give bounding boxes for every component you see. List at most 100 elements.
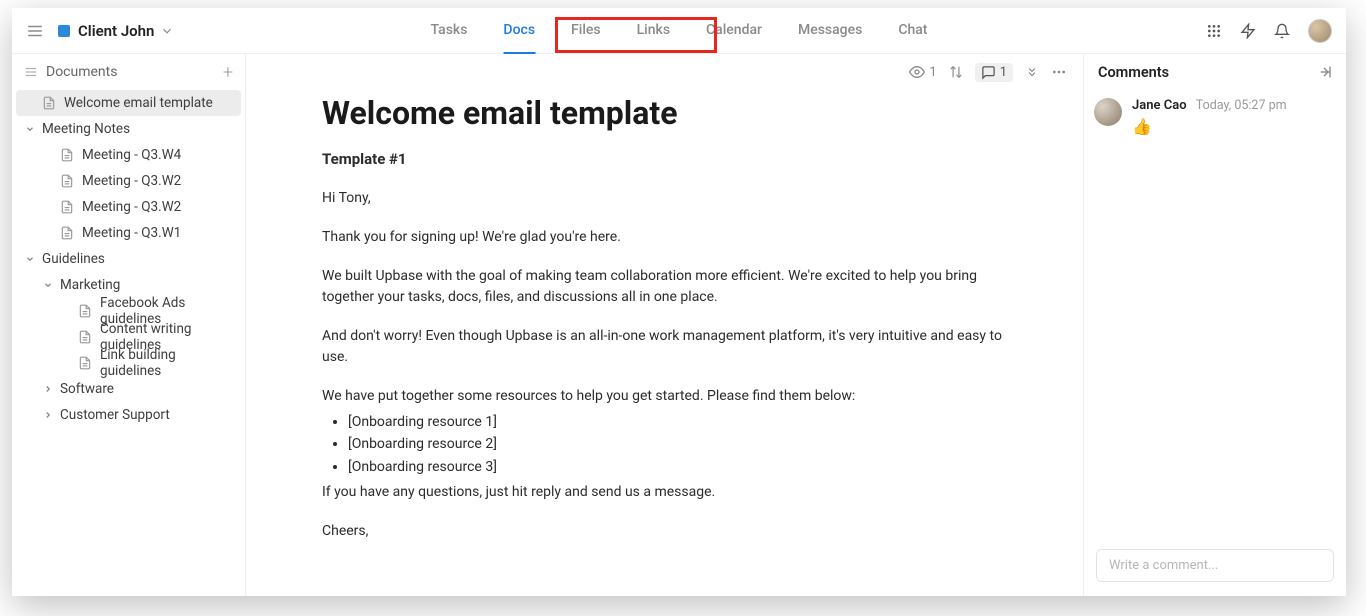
tree-doc[interactable]: Welcome email template — [16, 90, 241, 116]
document-icon — [78, 304, 92, 318]
comment-item[interactable]: Jane Cao Today, 05:27 pm 👍 — [1094, 98, 1336, 136]
tab-links[interactable]: Links — [637, 8, 670, 54]
document-title: Welcome email template — [322, 94, 1007, 132]
dots-icon — [1051, 64, 1067, 80]
chevron-down-icon — [160, 24, 174, 38]
tree-folder[interactable]: Guidelines — [16, 246, 241, 272]
app-window: Client John Tasks Docs Files Links Calen… — [12, 8, 1346, 596]
sort-icon — [949, 65, 963, 79]
bell-icon[interactable] — [1274, 23, 1290, 39]
apps-grid-icon[interactable] — [1206, 23, 1222, 39]
chevrons-down-icon — [1025, 65, 1039, 79]
document-icon — [60, 226, 74, 240]
comment-input[interactable] — [1096, 549, 1334, 582]
main-panel: 1 1 Welcome email template Templat — [246, 54, 1084, 596]
nav-tabs: Tasks Docs Files Links Calendar Messages… — [431, 8, 928, 54]
document-icon — [60, 174, 74, 188]
document-tree: Welcome email template Meeting Notes Meeti… — [12, 90, 245, 428]
list-item: [Onboarding resource 1] — [348, 411, 1007, 433]
comment-time: Today, 05:27 pm — [1196, 98, 1287, 113]
body: Documents + Welcome email template Meetin… — [12, 54, 1346, 596]
doc-toolbar: 1 1 — [246, 54, 1083, 90]
document-icon — [78, 330, 92, 344]
chevron-down-icon — [24, 124, 36, 134]
comment-reaction: 👍 — [1132, 117, 1287, 136]
tree-item-label: Meeting - Q3.W2 — [82, 199, 181, 215]
tree-doc[interactable]: Meeting - Q3.W1 — [16, 220, 241, 246]
paragraph: We built Upbase with the goal of making … — [322, 266, 1007, 308]
bullet-list: [Onboarding resource 1] [Onboarding reso… — [348, 411, 1007, 478]
paragraph: Thank you for signing up! We're glad you… — [322, 227, 1007, 248]
eye-icon — [909, 64, 925, 80]
tree-item-label: Software — [60, 381, 114, 397]
tree-item-label: Meeting - Q3.W1 — [82, 225, 181, 241]
document-icon — [60, 200, 74, 214]
document-icon — [42, 96, 56, 110]
tab-calendar[interactable]: Calendar — [706, 8, 762, 54]
comments-count[interactable]: 1 — [975, 63, 1013, 82]
chevron-right-icon — [42, 384, 54, 394]
tree-item-label: Marketing — [60, 277, 120, 293]
comments-title: Comments — [1098, 64, 1169, 81]
tree-item-label: Meeting - Q3.W2 — [82, 173, 181, 189]
tree-item-label: Guidelines — [42, 251, 105, 267]
comments-panel: Comments Jane Cao Today, 05:27 pm 👍 — [1084, 54, 1346, 596]
project-name: Client John — [78, 22, 154, 40]
project-color-badge — [58, 25, 70, 37]
more-button[interactable] — [1051, 64, 1067, 80]
bolt-icon[interactable] — [1240, 23, 1256, 39]
tree-item-label: Link building guidelines — [100, 347, 235, 379]
topbar: Client John Tasks Docs Files Links Calen… — [12, 8, 1346, 54]
tab-docs[interactable]: Docs — [503, 8, 535, 54]
views-count[interactable]: 1 — [909, 64, 936, 80]
tree-item-label: Welcome email template — [64, 95, 213, 111]
paragraph: If you have any questions, just hit repl… — [322, 482, 1007, 503]
chevron-right-icon — [42, 410, 54, 420]
document-content[interactable]: Welcome email template Template #1 Hi To… — [246, 90, 1083, 596]
paragraph: Cheers, — [322, 521, 1007, 542]
document-subheading: Template #1 — [322, 150, 1007, 168]
collapse-panel-button[interactable] — [1316, 64, 1332, 80]
comment-input-wrap — [1084, 539, 1346, 596]
chevron-down-icon — [24, 254, 36, 264]
tree-folder[interactable]: Meeting Notes — [16, 116, 241, 142]
comment-list: Jane Cao Today, 05:27 pm 👍 — [1084, 90, 1346, 539]
sidebar: Documents + Welcome email template Meetin… — [12, 54, 246, 596]
user-avatar[interactable] — [1308, 19, 1332, 43]
document-icon — [60, 148, 74, 162]
add-document-button[interactable]: + — [223, 62, 233, 83]
comments-header: Comments — [1084, 54, 1346, 90]
comment-icon — [981, 65, 996, 80]
paragraph: We have put together some resources to h… — [322, 386, 1007, 407]
document-icon — [78, 356, 92, 370]
tree-doc[interactable]: Meeting - Q3.W4 — [16, 142, 241, 168]
commenter-avatar — [1094, 98, 1122, 126]
tree-folder[interactable]: Customer Support — [16, 402, 241, 428]
menu-icon[interactable] — [26, 22, 44, 40]
project-selector[interactable]: Client John — [58, 22, 174, 40]
tab-tasks[interactable]: Tasks — [431, 8, 468, 54]
sidebar-title: Documents — [46, 64, 117, 80]
topbar-right — [1206, 19, 1332, 43]
tree-folder[interactable]: Software — [16, 376, 241, 402]
list-item: [Onboarding resource 3] — [348, 456, 1007, 478]
tab-messages[interactable]: Messages — [798, 8, 862, 54]
collapse-icon — [1316, 64, 1332, 80]
tree-item-label: Meeting - Q3.W4 — [82, 147, 181, 163]
tree-doc[interactable]: Meeting - Q3.W2 — [16, 194, 241, 220]
list-item: [Onboarding resource 2] — [348, 433, 1007, 455]
tab-files[interactable]: Files — [571, 8, 601, 54]
tree-doc[interactable]: Meeting - Q3.W2 — [16, 168, 241, 194]
expand-button[interactable] — [1025, 65, 1039, 79]
tree-item-label: Customer Support — [60, 407, 170, 423]
chevron-down-icon — [42, 280, 54, 290]
sidebar-header: Documents + — [12, 54, 245, 90]
tree-item-label: Meeting Notes — [42, 121, 130, 137]
paragraph: And don't worry! Even though Upbase is a… — [322, 326, 1007, 368]
tree-doc[interactable]: Link building guidelines — [16, 350, 241, 376]
tab-chat[interactable]: Chat — [898, 8, 927, 54]
paragraph: Hi Tony, — [322, 188, 1007, 209]
list-icon — [24, 65, 38, 79]
sort-button[interactable] — [949, 65, 963, 79]
commenter-name: Jane Cao — [1132, 98, 1187, 113]
